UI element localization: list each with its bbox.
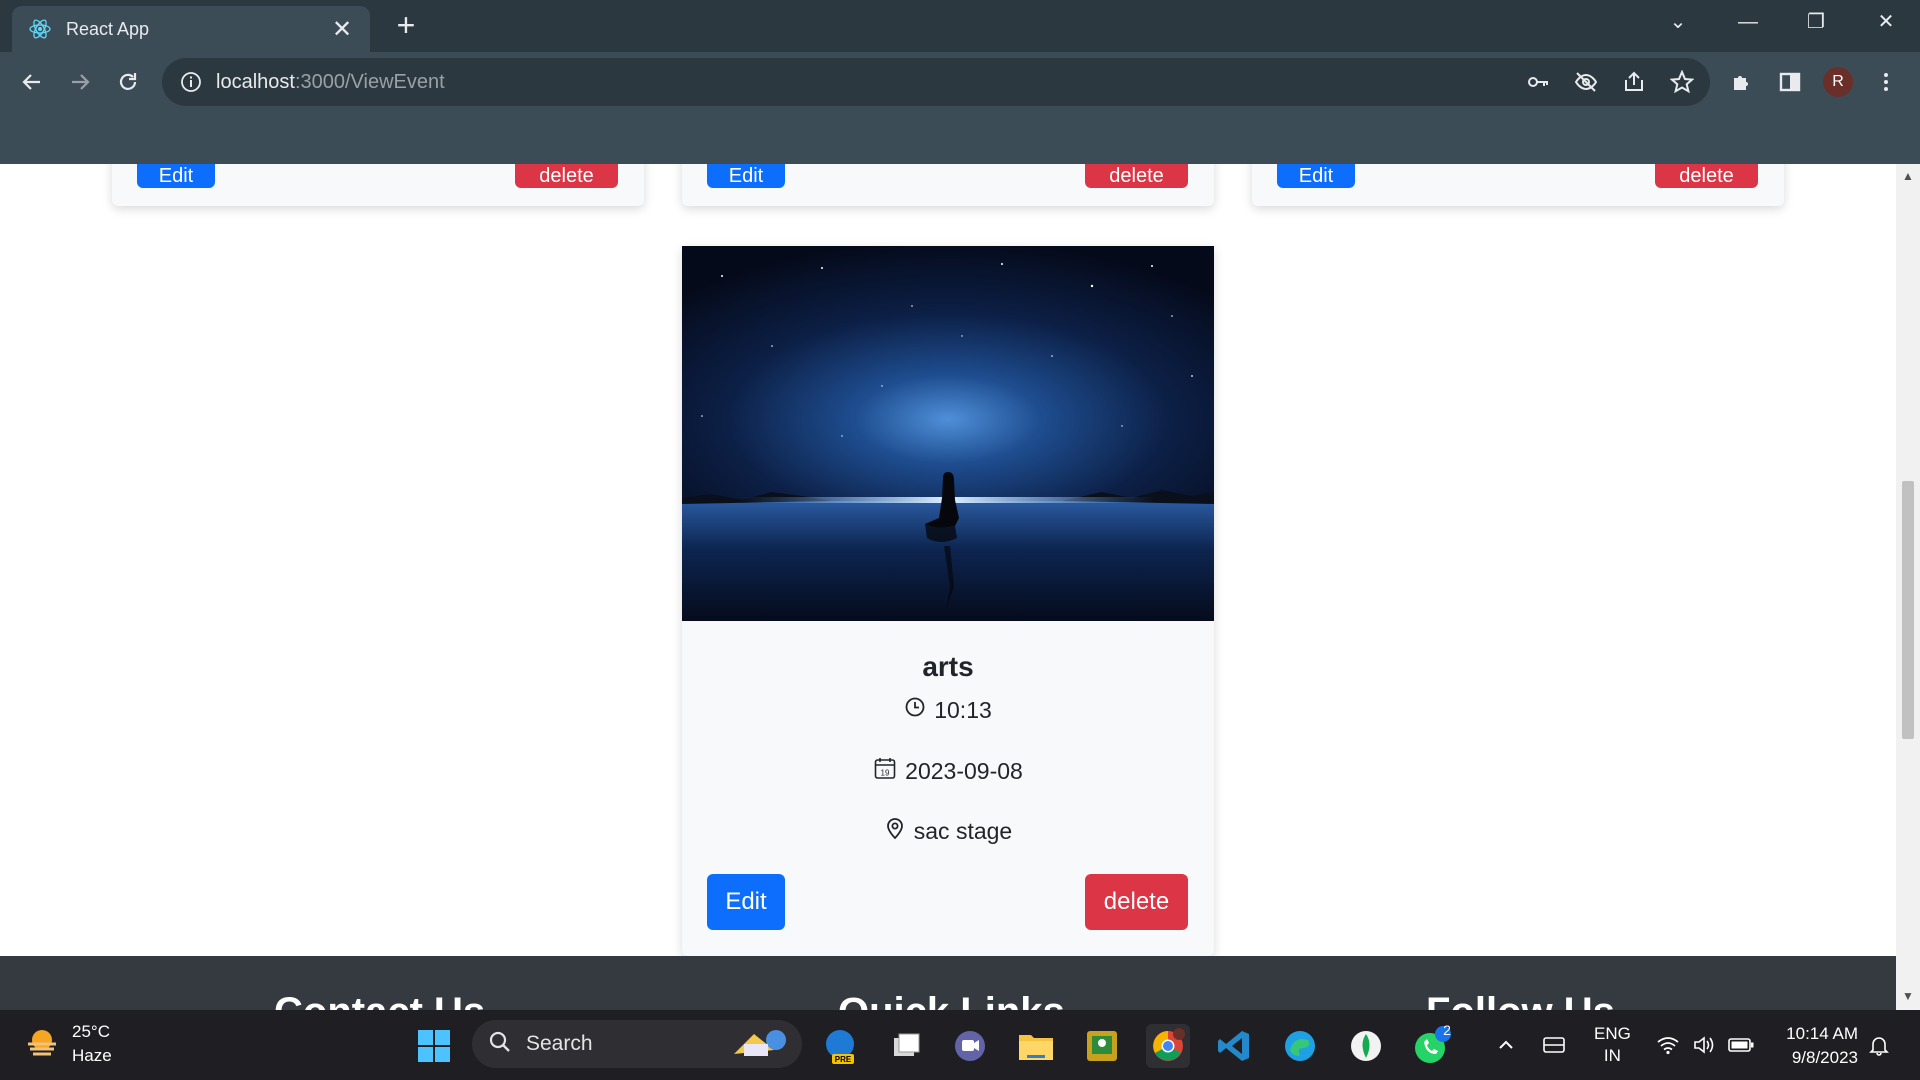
edge-dev-icon[interactable]: PRE <box>818 1024 862 1068</box>
profile-initial: R <box>1823 67 1853 97</box>
share-icon[interactable] <box>1620 68 1648 96</box>
event-date: 2023-09-08 <box>905 757 1023 784</box>
search-label: Search <box>526 1032 593 1055</box>
sun-haze-icon <box>24 1024 60 1065</box>
key-icon[interactable] <box>1524 68 1552 96</box>
clock-icon <box>904 696 926 724</box>
keyboard-icon[interactable] <box>1542 1010 1566 1080</box>
event-card-partial-2: Edit delete <box>682 164 1214 206</box>
tab-strip: React App ✕ + ⌄ — ❐ ✕ <box>0 0 1920 52</box>
bookmark-star-icon[interactable] <box>1668 68 1696 96</box>
forward-arrow-icon[interactable] <box>62 64 98 100</box>
taskbar-search[interactable]: Search <box>472 1020 802 1068</box>
scroll-up-arrow-icon[interactable]: ▲ <box>1902 170 1914 182</box>
edit-button[interactable]: Edit <box>137 164 215 188</box>
edit-button[interactable]: Edit <box>1277 164 1355 188</box>
url-host: localhost <box>216 70 295 93</box>
edit-button[interactable]: Edit <box>707 874 785 930</box>
taskbar-clock[interactable]: 10:14 AM 9/8/2023 <box>1768 1022 1858 1070</box>
location-pin-icon <box>884 816 906 846</box>
event-time: 10:13 <box>934 696 992 723</box>
language-line2: IN <box>1603 1046 1621 1065</box>
scrollbar-thumb[interactable] <box>1902 481 1914 739</box>
delete-button[interactable]: delete <box>515 164 618 188</box>
event-image <box>682 246 1214 621</box>
search-icon <box>488 1030 512 1059</box>
event-date-row: 19 2023-09-08 <box>682 756 1214 786</box>
vscode-icon[interactable] <box>1212 1024 1256 1068</box>
event-venue: sac stage <box>913 817 1013 844</box>
event-title: arts <box>922 651 974 682</box>
windows-start-icon[interactable] <box>412 1024 456 1068</box>
event-card-partial-3: Edit delete <box>1252 164 1784 206</box>
reload-icon[interactable] <box>110 64 146 100</box>
site-info-icon[interactable] <box>180 71 202 93</box>
footer-heading-contact: Contact Us <box>274 990 485 1010</box>
edit-button[interactable]: Edit <box>707 164 785 188</box>
whatsapp-badge: 2 <box>1443 1022 1451 1038</box>
extensions-puzzle-icon[interactable] <box>1724 64 1760 100</box>
tab-search-icon[interactable]: ⌄ <box>1650 6 1706 38</box>
close-tab-icon[interactable]: ✕ <box>330 15 354 44</box>
address-bar-actions <box>1524 68 1696 96</box>
wifi-icon[interactable] <box>1656 1010 1680 1080</box>
edge-browser-icon[interactable] <box>1278 1024 1322 1068</box>
delete-button[interactable]: delete <box>1085 874 1188 930</box>
show-hidden-icons-chevron-icon[interactable] <box>1496 1010 1516 1080</box>
event-time-row: 10:13 <box>682 696 1214 724</box>
photos-app-icon[interactable] <box>1080 1024 1124 1068</box>
weather-temp: 25°C <box>72 1022 110 1041</box>
react-logo-icon <box>28 17 52 41</box>
eye-off-icon[interactable] <box>1572 68 1600 96</box>
pre-badge: PRE <box>835 1055 852 1064</box>
side-panel-icon[interactable] <box>1772 64 1808 100</box>
footer-heading-quick-links: Quick Links <box>838 990 1065 1010</box>
windows-taskbar: 25°C Haze Search PRE 2 ENG IN 10:14 AM 9… <box>0 1010 1920 1080</box>
minimize-button[interactable]: — <box>1720 6 1776 38</box>
tab-react-app[interactable]: React App ✕ <box>12 6 370 52</box>
event-card: arts 10:13 19 2023-09-08 sac stage Edit … <box>682 246 1214 956</box>
url-path: :3000/ViewEvent <box>294 70 445 93</box>
whatsapp-icon[interactable]: 2 <box>1410 1022 1454 1068</box>
footer-heading-follow: Follow Us <box>1426 990 1615 1010</box>
weather-desc: Haze <box>72 1046 112 1065</box>
scroll-down-arrow-icon[interactable]: ▼ <box>1902 990 1914 1002</box>
task-view-icon[interactable] <box>884 1024 928 1068</box>
teams-chat-icon[interactable] <box>948 1024 992 1068</box>
language-line1: ENG <box>1594 1024 1631 1043</box>
weather-widget[interactable]: 25°C Haze <box>24 1020 112 1068</box>
site-footer: Contact Us Quick Links Follow Us <box>0 956 1896 1010</box>
language-indicator[interactable]: ENG IN <box>1594 1010 1631 1080</box>
mongodb-compass-icon[interactable] <box>1344 1024 1388 1068</box>
page-scrollbar[interactable]: ▲ ▼ <box>1896 164 1920 1010</box>
url-text: localhost:3000/ViewEvent <box>216 71 445 94</box>
browser-chrome: React App ✕ + ⌄ — ❐ ✕ localhost:3000/Vie… <box>0 0 1920 164</box>
restore-button[interactable]: ❐ <box>1788 6 1844 38</box>
new-tab-button[interactable]: + <box>390 9 422 42</box>
delete-button[interactable]: delete <box>1085 164 1188 188</box>
kebab-menu-icon[interactable] <box>1868 64 1904 100</box>
back-arrow-icon[interactable] <box>14 64 50 100</box>
page-viewport: Edit delete Edit delete Edit delete arts… <box>0 164 1896 1010</box>
address-bar[interactable]: localhost:3000/ViewEvent <box>162 58 1710 106</box>
event-card-partial-1: Edit delete <box>112 164 644 206</box>
clock-date: 9/8/2023 <box>1791 1048 1858 1067</box>
notification-bell-icon[interactable] <box>1868 1010 1890 1080</box>
search-highlight-icon <box>724 1024 794 1065</box>
tab-title: React App <box>66 18 150 39</box>
profile-avatar[interactable]: R <box>1820 64 1856 100</box>
volume-icon[interactable] <box>1692 1010 1716 1080</box>
close-window-button[interactable]: ✕ <box>1858 6 1914 38</box>
chrome-icon[interactable] <box>1146 1024 1190 1068</box>
calendar-icon: 19 <box>873 756 897 786</box>
browser-toolbar: localhost:3000/ViewEvent R <box>0 52 1920 112</box>
event-venue-row: sac stage <box>682 816 1214 846</box>
delete-button[interactable]: delete <box>1655 164 1758 188</box>
file-explorer-icon[interactable] <box>1014 1024 1058 1068</box>
battery-icon[interactable] <box>1728 1010 1754 1080</box>
clock-time: 10:14 AM <box>1786 1024 1858 1043</box>
svg-text:19: 19 <box>881 769 890 778</box>
